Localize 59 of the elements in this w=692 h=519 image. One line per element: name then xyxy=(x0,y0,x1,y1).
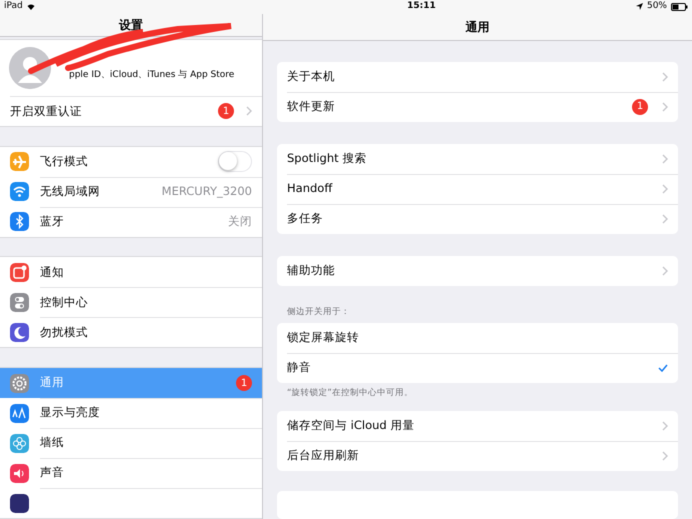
chevron-icon xyxy=(662,102,668,112)
settings-item[interactable]: 墙纸 xyxy=(0,428,262,458)
switches-icon xyxy=(10,292,29,312)
settings-row[interactable]: 后台应用刷新 xyxy=(277,440,678,471)
setting-value: 关闭 xyxy=(228,213,252,230)
bluetooth-icon xyxy=(10,212,29,232)
settings-row[interactable]: 辅助功能 xyxy=(277,256,678,286)
settings-row[interactable]: 静音 xyxy=(277,353,678,384)
settings-row[interactable]: Spotlight 搜索 xyxy=(277,144,678,174)
settings-item[interactable]: 显示与亮度 xyxy=(0,398,262,428)
settings-item[interactable]: 通用 1 xyxy=(0,368,262,398)
section-header: 侧边开关用于： xyxy=(286,306,351,320)
chevron-icon xyxy=(662,154,668,164)
status-time: 15:11 xyxy=(406,0,437,13)
settings-row[interactable]: 储存空间与 iCloud 用量 xyxy=(277,410,678,441)
notification-icon xyxy=(10,262,29,282)
settings-item[interactable]: 无线局域网 MERCURY_3200 xyxy=(0,176,262,207)
chevron-icon xyxy=(662,184,668,194)
settings-item[interactable]: 开启双重认证 1 xyxy=(0,96,262,126)
chevron-icon xyxy=(662,450,668,461)
wifi-icon xyxy=(10,182,29,202)
flower-icon xyxy=(10,434,29,453)
setting-value: MERCURY_3200 xyxy=(162,183,252,200)
wifi-icon xyxy=(26,4,35,10)
location-icon xyxy=(636,3,643,10)
badge-count: 1 xyxy=(236,375,252,392)
battery-icon xyxy=(671,2,688,11)
device-name: iPad xyxy=(4,0,23,13)
font-size-icon xyxy=(10,404,29,423)
settings-item[interactable]: 飞行模式 xyxy=(0,146,262,177)
app-icon xyxy=(10,494,29,513)
profile-subtitle: pple ID、iCloud、iTunes 与 App Store xyxy=(69,68,234,82)
section-footer: “旋转锁定”在控制中心中可用。 xyxy=(263,383,692,400)
settings-item[interactable]: 声音 xyxy=(0,458,262,488)
gear-icon xyxy=(10,374,29,393)
avatar-icon xyxy=(9,47,51,90)
chevron-icon xyxy=(246,106,252,116)
settings-row[interactable]: 软件更新 1 xyxy=(277,92,678,122)
settings-item[interactable]: 蓝牙 关闭 xyxy=(0,206,262,237)
settings-item[interactable]: 勿扰模式 xyxy=(0,317,262,348)
speaker-icon xyxy=(10,464,29,483)
chevron-icon xyxy=(662,214,668,224)
chevron-icon xyxy=(662,420,668,431)
airplane-icon xyxy=(10,152,29,172)
settings-row[interactable]: Handoff xyxy=(277,174,678,204)
nav-title: 设置 xyxy=(119,16,143,34)
settings-item[interactable]: 通知 xyxy=(0,257,262,288)
settings-item[interactable]: 控制中心 xyxy=(0,287,262,318)
moon-icon xyxy=(10,322,29,342)
badge-count: 1 xyxy=(218,103,234,120)
settings-row[interactable]: 锁定屏幕旋转 xyxy=(277,323,678,354)
chevron-icon xyxy=(662,266,668,276)
settings-row[interactable]: 关于本机 xyxy=(277,62,678,92)
nav-title: 通用 xyxy=(466,18,490,36)
toggle-switch[interactable] xyxy=(218,151,252,172)
battery-percent: 50% xyxy=(646,0,667,13)
chevron-icon xyxy=(662,72,668,82)
badge-count: 1 xyxy=(632,98,648,115)
settings-row[interactable]: 多任务 xyxy=(277,204,678,234)
